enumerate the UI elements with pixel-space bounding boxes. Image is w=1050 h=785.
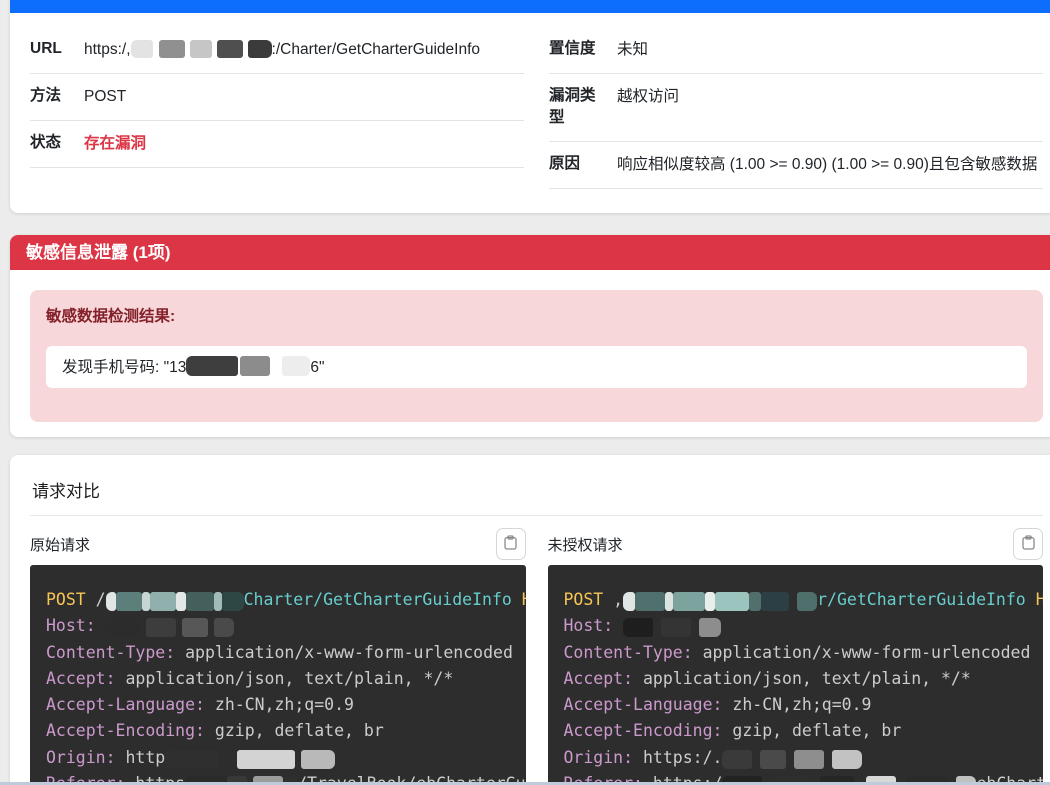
code-line: Origin: https:/. — [564, 745, 1044, 771]
phone-finding-prefix: 发现手机号码: "13 — [62, 359, 186, 376]
request-compare-columns: 原始请求 POST /Charter/GetCharterGuideInfo H… — [30, 526, 1043, 785]
field-row-vuln-type: 漏洞类型 越权访问 — [549, 74, 1043, 142]
code-line: Origin: http — [46, 745, 526, 771]
sensitive-data-alert-title: 敏感数据检测结果: — [46, 304, 1027, 326]
confidence-value: 未知 — [617, 38, 1043, 62]
code-line: Content-Type: application/x-www-form-url… — [46, 640, 526, 666]
sensitive-leak-card: 敏感信息泄露 (1项) 敏感数据检测结果: 发现手机号码: "13 6" — [10, 235, 1050, 437]
code-line: POST ,r/GetCharterGuideInfo HTTP/ — [564, 587, 1044, 613]
field-row-confidence: 置信度 未知 — [549, 27, 1043, 74]
url-value-suffix: :/Charter/GetCharterGuideInfo — [272, 41, 481, 58]
code-line: POST /Charter/GetCharterGuideInfo HTTP/ — [46, 587, 526, 613]
copy-original-request-button[interactable] — [496, 528, 526, 560]
summary-title: 漏洞检测摘要 — [26, 0, 128, 1]
code-line: Accept-Language: zh-CN,zh;q=0.9 — [46, 692, 526, 718]
sensitive-leak-title: 敏感信息泄露 (1项) — [26, 243, 171, 262]
vuln-type-label: 漏洞类型 — [549, 85, 605, 130]
redaction-blocks — [722, 750, 862, 767]
unauthorized-request-header: 未授权请求 — [548, 526, 1044, 562]
reason-value: 响应相似度较高 (1.00 >= 0.90) (1.00 >= 0.90)且包含… — [617, 153, 1043, 177]
summary-body: URL https:/, :/Charter/GetCharterGuideInf… — [10, 13, 1050, 213]
code-line: Accept: application/json, text/plain, */… — [46, 666, 526, 692]
url-value-prefix: https:/, — [84, 41, 131, 58]
redaction-blocks — [106, 592, 244, 609]
status-label: 状态 — [30, 132, 72, 156]
unauthorized-request-column: 未授权请求 POST ,r/GetCharterGuideInfo HTTP/H… — [548, 526, 1044, 785]
code-line: Content-Type: application/x-www-form-url… — [564, 640, 1044, 666]
clipboard-icon — [504, 535, 517, 553]
summary-card-header: 漏洞检测摘要 — [10, 0, 1050, 13]
field-row-url: URL https:/, :/Charter/GetCharterGuideInf… — [30, 27, 524, 74]
field-row-method: 方法 POST — [30, 74, 524, 121]
code-line: Host: — [46, 613, 526, 639]
code-line: Accept: application/json, text/plain, */… — [564, 666, 1044, 692]
copy-unauthorized-request-button[interactable] — [1013, 528, 1043, 560]
original-request-code[interactable]: POST /Charter/GetCharterGuideInfo HTTP/H… — [30, 565, 526, 785]
summary-right-column: 置信度 未知 漏洞类型 越权访问 原因 响应相似度较高 (1.00 >= 0.9… — [549, 27, 1043, 191]
original-request-header: 原始请求 — [30, 526, 526, 562]
reason-label: 原因 — [549, 153, 605, 177]
method-value: POST — [84, 85, 524, 109]
request-compare-body: 请求对比 原始请求 POST /Charter/GetCharterGuideI… — [10, 455, 1050, 785]
request-compare-heading: 请求对比 — [30, 471, 1043, 516]
redaction-blocks — [165, 750, 335, 767]
summary-left-column: URL https:/, :/Charter/GetCharterGuideInf… — [30, 27, 524, 191]
original-request-label: 原始请求 — [30, 534, 90, 555]
url-value: https:/, :/Charter/GetCharterGuideInfo — [84, 38, 524, 62]
sensitive-data-alert: 敏感数据检测结果: 发现手机号码: "13 6" — [30, 290, 1043, 422]
redaction-blocks — [623, 618, 721, 635]
code-line: Accept-Encoding: gzip, deflate, br — [564, 718, 1044, 744]
original-request-column: 原始请求 POST /Charter/GetCharterGuideInfo H… — [30, 526, 526, 785]
sensitive-leak-header: 敏感信息泄露 (1项) — [10, 235, 1050, 270]
confidence-label: 置信度 — [549, 38, 605, 62]
method-label: 方法 — [30, 85, 72, 109]
code-line: Accept-Encoding: gzip, deflate, br — [46, 718, 526, 744]
url-redaction-blocks — [131, 40, 272, 58]
redaction-blocks — [623, 592, 817, 609]
sensitive-leak-body: 敏感数据检测结果: 发现手机号码: "13 6" — [10, 270, 1050, 437]
unauthorized-request-label: 未授权请求 — [548, 534, 623, 555]
status-value-badge: 存在漏洞 — [84, 132, 524, 156]
vuln-report-page: 漏洞检测摘要 URL https:/, :/Charter/GetCharterG… — [0, 0, 1050, 785]
unauthorized-request-code[interactable]: POST ,r/GetCharterGuideInfo HTTP/Host: C… — [548, 565, 1044, 785]
phone-finding-suffix: 6" — [310, 359, 324, 376]
summary-card: 漏洞检测摘要 URL https:/, :/Charter/GetCharterG… — [10, 0, 1050, 213]
url-label: URL — [30, 38, 72, 62]
code-line: Accept-Language: zh-CN,zh;q=0.9 — [564, 692, 1044, 718]
phone-finding-row: 发现手机号码: "13 6" — [46, 346, 1027, 388]
field-row-status: 状态 存在漏洞 — [30, 121, 524, 168]
request-compare-card: 请求对比 原始请求 POST /Charter/GetCharterGuideI… — [10, 455, 1050, 785]
redaction-blocks — [106, 618, 234, 635]
clipboard-icon — [1022, 535, 1035, 553]
vuln-type-value: 越权访问 — [617, 85, 1043, 130]
field-row-reason: 原因 响应相似度较高 (1.00 >= 0.90) (1.00 >= 0.90)… — [549, 142, 1043, 189]
phone-redaction-blocks — [186, 356, 310, 376]
code-line: Host: — [564, 613, 1044, 639]
